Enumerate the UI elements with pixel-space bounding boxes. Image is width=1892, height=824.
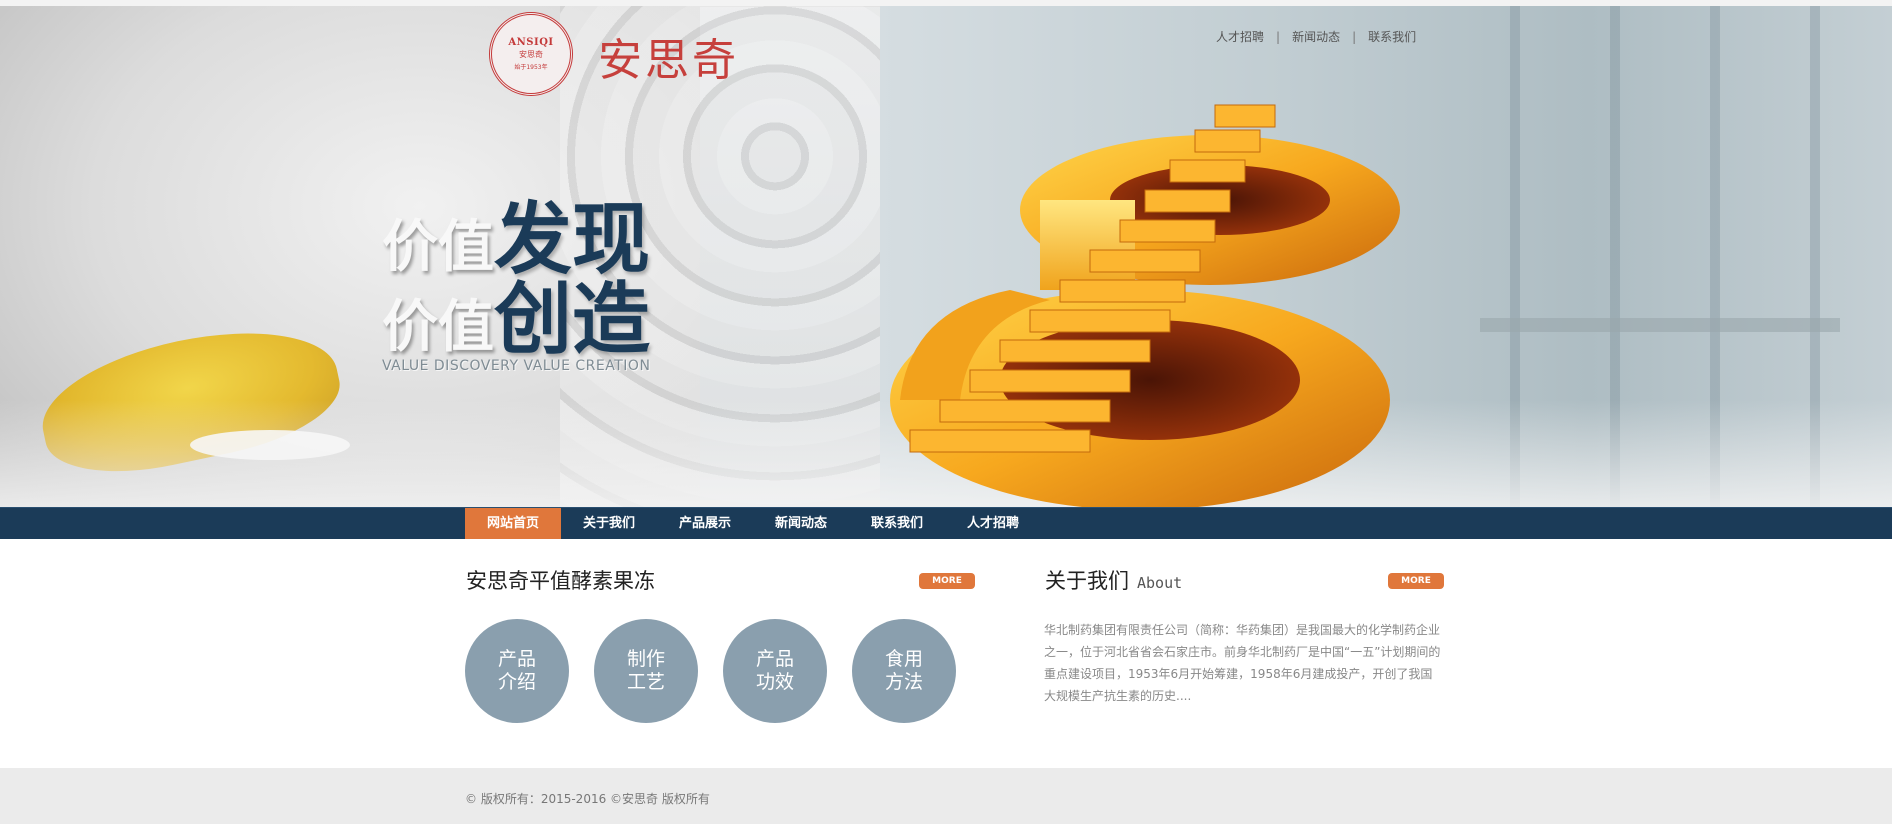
circle-label-line1: 食用	[884, 648, 923, 670]
top-links: 人才招聘 | 新闻动态 | 联系我们	[1216, 28, 1416, 45]
circle-label-line1: 制作	[626, 648, 665, 670]
slogan-subtitle: VALUE DISCOVERY VALUE CREATION	[382, 358, 651, 374]
main-nav: 网站首页 关于我们 产品展示 新闻动态 联系我们 人才招聘	[0, 507, 1892, 539]
circle-label-line2: 方法	[884, 671, 923, 693]
logo-seal-since: 始于1953年	[514, 64, 548, 71]
logo-seal-cn: 安思奇	[519, 50, 543, 59]
products-more-button[interactable]: MORE	[919, 573, 975, 589]
gold-dollar-stairs-image	[890, 104, 1400, 507]
about-title-cn: 关于我们	[1045, 569, 1129, 593]
slogan-line-2: 价值创造	[382, 280, 650, 360]
nav-item-news[interactable]: 新闻动态	[753, 508, 849, 539]
top-link-separator: |	[1352, 30, 1357, 44]
nav-item-about[interactable]: 关于我们	[561, 508, 657, 539]
about-title-en: About	[1137, 574, 1183, 592]
circle-label-line1: 产品	[755, 648, 794, 670]
nav-item-careers[interactable]: 人才招聘	[945, 508, 1041, 539]
logo-seal-en: ANSIQI	[508, 37, 554, 48]
products-title: 安思奇平值酵素果冻	[466, 569, 655, 593]
circle-product-intro[interactable]: 产品 介绍	[465, 619, 569, 723]
slogan-line1-light: 价值	[382, 215, 494, 280]
top-link-separator: |	[1276, 30, 1281, 44]
top-link-contact[interactable]: 联系我们	[1368, 30, 1416, 44]
brand-name[interactable]: 安思奇	[598, 24, 739, 88]
about-title: 关于我们 About	[1045, 565, 1182, 595]
nav-item-products[interactable]: 产品展示	[657, 508, 753, 539]
about-more-button[interactable]: MORE	[1388, 573, 1444, 589]
nav-item-contact[interactable]: 联系我们	[849, 508, 945, 539]
top-link-news[interactable]: 新闻动态	[1292, 30, 1340, 44]
hero-desk	[1480, 318, 1840, 332]
slogan-line2-dark: 创造	[494, 275, 651, 365]
slogan-line-1: 价值发现	[382, 200, 650, 280]
hero-banner: ANSIQI 安思奇 始于1953年 安思奇 人才招聘 | 新闻动态 | 联系我们 价值…	[0, 0, 1892, 507]
circle-label-line1: 产品	[497, 648, 536, 670]
circle-production-process[interactable]: 制作 工艺	[594, 619, 698, 723]
footer-copyright: © 版权所有：2015-2016 ©安思奇 版权所有	[465, 792, 710, 806]
nav-list: 网站首页 关于我们 产品展示 新闻动态 联系我们 人才招聘	[465, 508, 1041, 539]
circle-usage-method[interactable]: 食用 方法	[852, 619, 956, 723]
circle-label-line2: 功效	[755, 671, 794, 693]
circle-label-line2: 介绍	[497, 671, 536, 693]
about-description: 华北制药集团有限责任公司（简称：华药集团）是我国最大的化学制药企业之一，位于河北…	[1044, 623, 1441, 703]
circle-label-line2: 工艺	[626, 671, 665, 693]
logo-seal[interactable]: ANSIQI 安思奇 始于1953年	[489, 12, 573, 96]
hero-slogan: 价值发现 价值创造 VALUE DISCOVERY VALUE CREATION	[382, 200, 650, 374]
nav-item-home[interactable]: 网站首页	[465, 508, 561, 539]
slogan-line2-light: 价值	[382, 295, 494, 360]
circle-product-efficacy[interactable]: 产品 功效	[723, 619, 827, 723]
slogan-line1-dark: 发现	[494, 195, 651, 285]
top-link-careers[interactable]: 人才招聘	[1216, 30, 1264, 44]
footer: © 版权所有：2015-2016 ©安思奇 版权所有	[0, 768, 1892, 824]
